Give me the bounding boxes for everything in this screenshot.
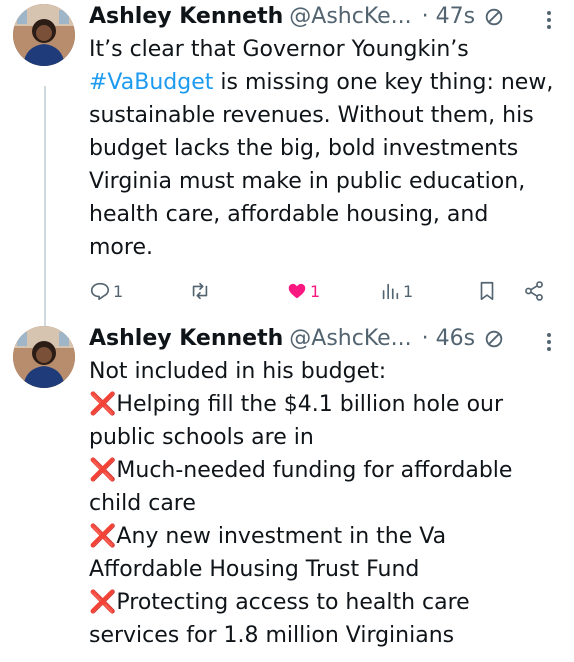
tweet-text-part: is missing one key thing: new, sustainab… (89, 70, 554, 260)
timestamp[interactable]: · 47s (422, 2, 475, 32)
hashtag-link[interactable]: #VaBudget (89, 70, 213, 95)
thread-connector-line (44, 86, 46, 326)
more-options-icon[interactable] (546, 10, 552, 30)
tweet-text: Not included in his budget: ❌Helping fil… (89, 355, 559, 652)
list-item: ❌Protecting access to health care servic… (89, 586, 559, 652)
timestamp[interactable]: · 46s (422, 324, 475, 354)
cross-mark-icon: ❌ (89, 392, 117, 417)
list-item: ❌Any new investment in the Va Affordable… (89, 520, 559, 586)
tweet-thread: Ashley Kenneth @AshcKe... · 47s It’s cle… (0, 0, 574, 662)
author-handle[interactable]: @AshcKe... (289, 2, 411, 32)
avatar[interactable] (13, 4, 75, 66)
tweet-text-part: It’s clear that Governor Youngkin’s (89, 37, 469, 62)
more-options-icon[interactable] (546, 332, 552, 352)
retweet-icon (192, 282, 208, 300)
views-icon (382, 283, 399, 300)
reply-count: 1 (113, 281, 124, 301)
tweet-header: Ashley Kenneth @AshcKe... · 46s (89, 324, 505, 354)
list-item: ❌Much-needed funding for affordable chil… (89, 454, 559, 520)
avatar-image (13, 4, 75, 66)
author-handle[interactable]: @AshcKe... (289, 324, 411, 354)
reply-button[interactable]: 1 (89, 276, 123, 306)
reply-icon (90, 282, 110, 301)
list-item-text: Helping fill the $4.1 billion hole our p… (89, 392, 504, 450)
cross-mark-icon: ❌ (89, 524, 117, 549)
tweet-actions: 1 1 1 (89, 276, 559, 306)
tweet-intro: Not included in his budget: (89, 359, 387, 384)
like-button[interactable]: 1 (286, 276, 320, 306)
bookmark-button[interactable] (476, 276, 498, 306)
ban-icon (485, 8, 503, 26)
avatar-image (13, 326, 75, 388)
share-icon (525, 281, 543, 301)
heart-filled-icon (288, 283, 306, 299)
tweet-text: It’s clear that Governor Youngkin’s #VaB… (89, 33, 559, 264)
list-item: ❌Helping fill the $4.1 billion hole our … (89, 388, 559, 454)
ban-icon (485, 330, 503, 348)
cross-mark-icon: ❌ (89, 458, 117, 483)
list-item-text: Much-needed funding for affordable child… (89, 458, 513, 516)
author-name[interactable]: Ashley Kenneth (89, 324, 283, 354)
avatar[interactable] (13, 326, 75, 388)
tweet-header: Ashley Kenneth @AshcKe... · 47s (89, 2, 505, 32)
like-count: 1 (310, 281, 321, 301)
retweet-button[interactable] (189, 276, 211, 306)
cross-mark-icon: ❌ (89, 590, 117, 615)
views-button[interactable]: 1 (379, 276, 413, 306)
bookmark-icon (480, 281, 494, 301)
list-item-text: Any new investment in the Va Affordable … (89, 524, 447, 582)
author-name[interactable]: Ashley Kenneth (89, 2, 283, 32)
list-item-text: Protecting access to health care service… (89, 590, 470, 648)
views-count: 1 (403, 281, 414, 301)
share-button[interactable] (523, 276, 545, 306)
